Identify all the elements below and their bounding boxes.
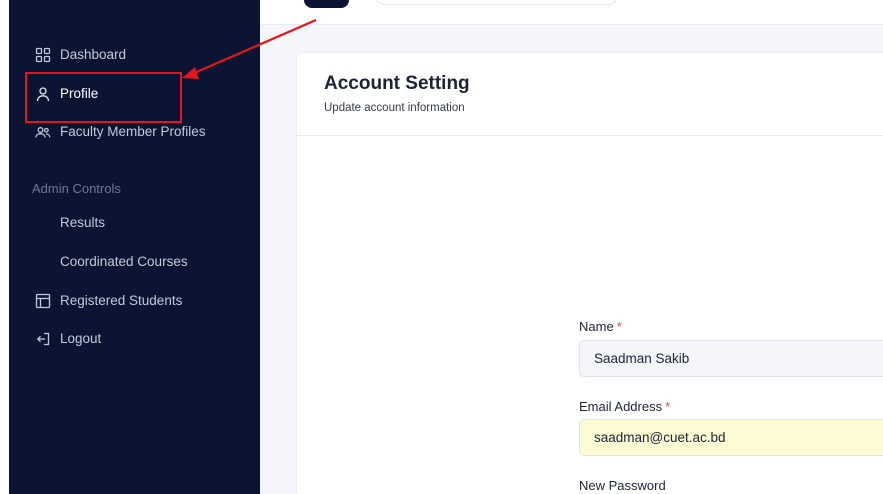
section-title-admin-controls: Admin Controls <box>32 181 121 196</box>
users-icon <box>35 127 51 138</box>
main-content: Account Setting Update account informati… <box>260 0 883 494</box>
menu-toggle-button[interactable] <box>304 0 349 8</box>
sidebar-item-label: Logout <box>60 331 102 346</box>
required-mark: * <box>665 399 671 414</box>
logout-icon <box>36 332 50 346</box>
sidebar-item-label: Coordinated Courses <box>60 254 188 269</box>
name-label: Name * <box>579 319 622 334</box>
table-icon <box>35 293 51 309</box>
sidebar-item-results[interactable]: Results <box>9 205 260 241</box>
sidebar-item-coordinated-courses[interactable]: Coordinated Courses <box>9 244 260 280</box>
top-header <box>260 0 883 25</box>
page-subtitle: Update account information <box>324 102 465 114</box>
sidebar-item-label: Dashboard <box>60 47 127 62</box>
sidebar-item-label: Registered Students <box>60 293 183 308</box>
sidebar-item-logout[interactable]: Logout <box>9 321 260 357</box>
left-edge <box>0 0 9 494</box>
sidebar-item-label: Results <box>60 215 106 230</box>
annotation-highlight-box <box>25 72 182 123</box>
page-title: Account Setting <box>324 73 470 94</box>
required-mark: * <box>616 319 622 334</box>
account-setting-card: Account Setting Update account informati… <box>296 52 883 494</box>
new-password-label: New Password <box>579 478 666 493</box>
email-field[interactable] <box>579 419 883 456</box>
card-header: Account Setting Update account informati… <box>297 53 883 136</box>
grid-icon <box>35 47 51 63</box>
search-input[interactable] <box>376 0 617 5</box>
sidebar-item-label: Faculty Member Profiles <box>60 124 206 139</box>
email-label: Email Address * <box>579 399 671 414</box>
sidebar-item-registered-students[interactable]: Registered Students <box>9 283 260 319</box>
name-field[interactable] <box>579 340 883 377</box>
sidebar-item-dashboard[interactable]: Dashboard <box>9 37 260 73</box>
